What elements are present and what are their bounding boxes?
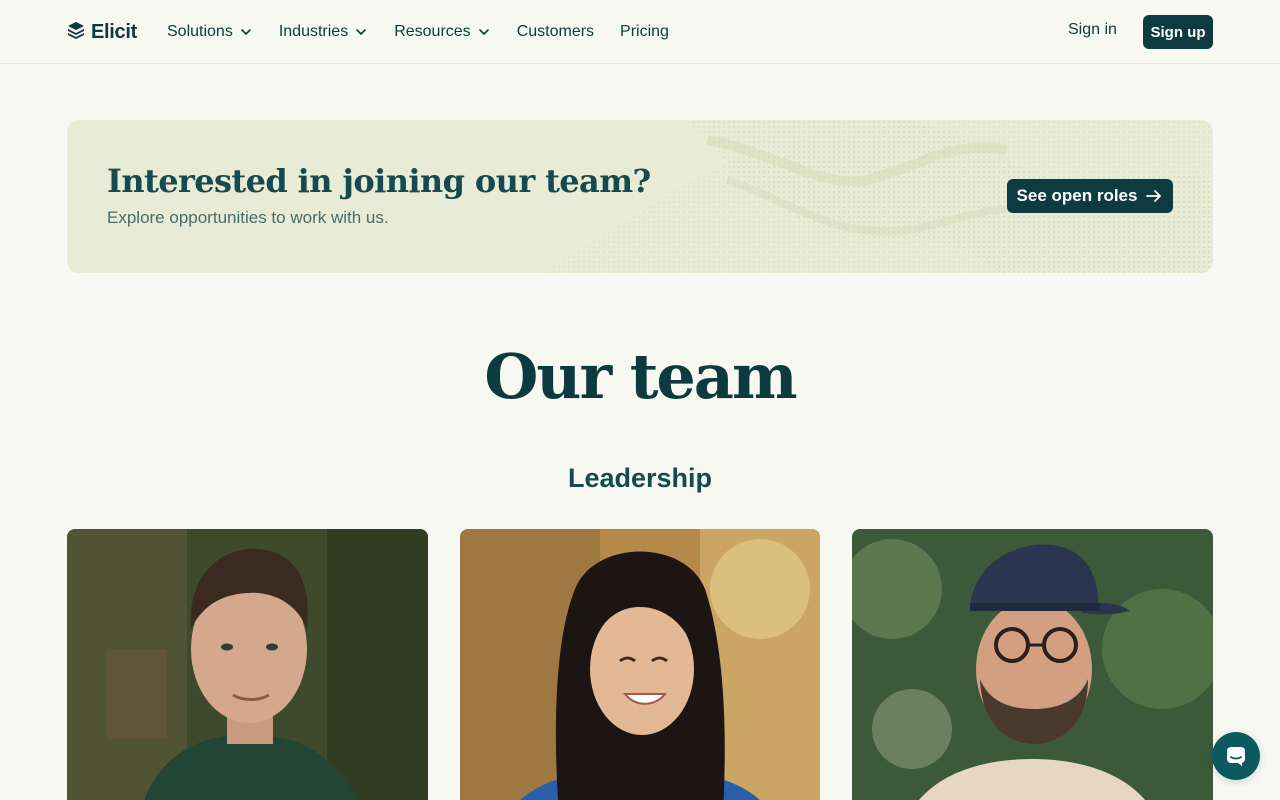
chevron-down-icon — [356, 29, 367, 35]
banner-subtitle: Explore opportunities to work with us. — [107, 208, 389, 227]
careers-banner: Interested in joining our team? Explore … — [67, 120, 1213, 273]
chevron-down-icon — [478, 29, 489, 35]
chevron-down-icon — [241, 29, 251, 35]
nav-item-label: Solutions — [167, 23, 233, 40]
nav-item-label: Customers — [516, 23, 595, 40]
elicit-logo-icon — [67, 21, 85, 44]
brand-name: Elicit — [91, 20, 137, 43]
leadership-heading: Leadership — [567, 463, 713, 493]
see-open-roles-button[interactable]: See open roles — [1007, 179, 1173, 213]
nav-item-industries[interactable]: Industries — [279, 21, 368, 43]
chat-icon — [1227, 747, 1245, 766]
nav-item-label: Industries — [278, 23, 349, 40]
team-member-photo[interactable] — [852, 529, 1213, 800]
chat-launcher-button[interactable] — [1212, 732, 1260, 780]
nav-item-resources[interactable]: Resources — [394, 21, 490, 43]
nav-item-customers[interactable]: Customers — [517, 21, 594, 43]
team-title: Our team — [484, 340, 797, 413]
site-header: Elicit Solutions Industries Resources Cu… — [0, 0, 1280, 64]
nav-item-label: Resources — [394, 23, 471, 40]
nav-item-label: Pricing — [620, 23, 669, 40]
logo-link[interactable]: Elicit — [67, 20, 137, 44]
nav-item-pricing[interactable]: Pricing — [620, 21, 669, 43]
nav-item-solutions[interactable]: Solutions — [167, 21, 253, 43]
team-member-photo[interactable] — [67, 529, 428, 800]
team-member-photo[interactable] — [460, 529, 820, 800]
sign-in-link[interactable]: Sign in — [1068, 21, 1117, 39]
arrow-right-icon — [1146, 190, 1162, 202]
button-label: See open roles — [1016, 186, 1138, 205]
sign-up-button[interactable]: Sign up — [1143, 15, 1213, 49]
banner-title: Interested in joining our team? — [107, 162, 651, 200]
main-nav: Solutions Industries Resources Customers… — [167, 21, 695, 43]
